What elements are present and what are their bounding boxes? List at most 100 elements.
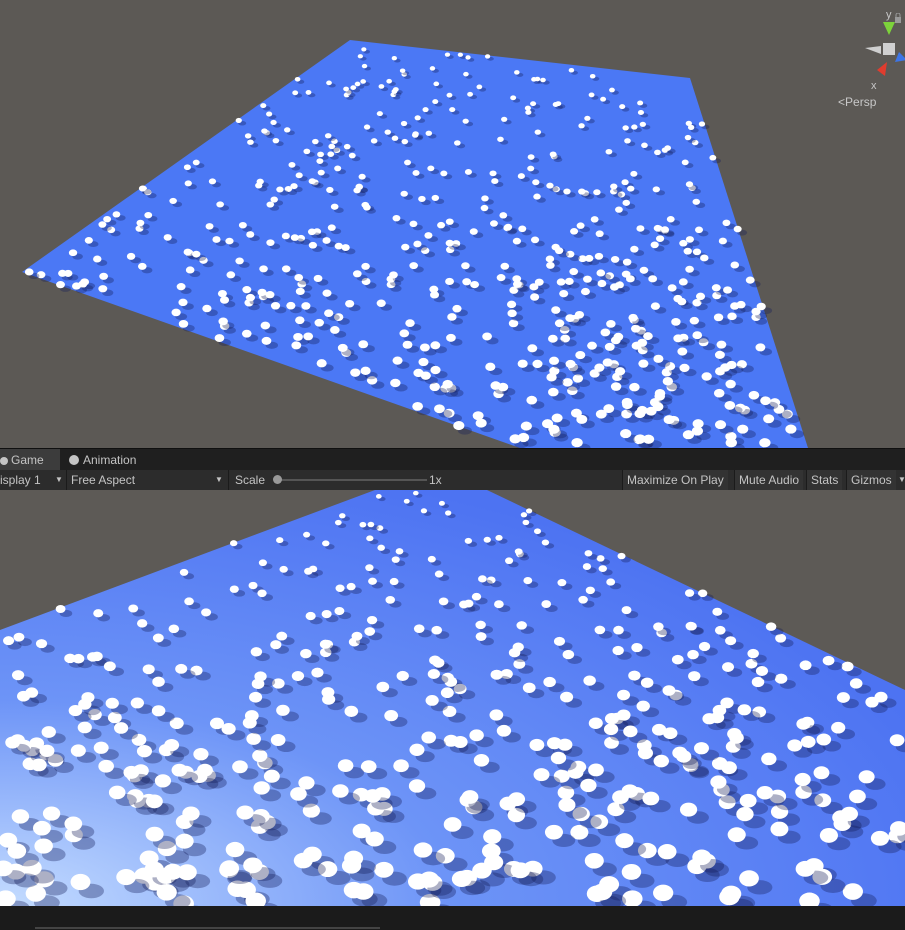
- scene-object: [214, 334, 225, 343]
- scene-object: [584, 115, 591, 121]
- scene-object: [438, 597, 449, 606]
- scene-object: [637, 746, 654, 760]
- game-controller-icon: [0, 457, 8, 465]
- scene-object: [497, 382, 509, 392]
- scene-object: [584, 550, 593, 557]
- scene-object: [454, 140, 461, 146]
- scene-object: [606, 319, 616, 328]
- scene-object: [736, 807, 754, 822]
- scene-object: [610, 183, 618, 190]
- scene-object: [136, 219, 145, 227]
- scene-object: [290, 183, 298, 190]
- scene-object: [583, 675, 596, 686]
- scene-object: [116, 868, 136, 886]
- scene-object: [311, 667, 324, 678]
- scene-object: [112, 211, 121, 218]
- scene-object: [722, 662, 735, 672]
- scene-object: [739, 870, 759, 887]
- scene-object: [631, 642, 643, 653]
- y-axis-cone[interactable]: [883, 22, 895, 35]
- scene-object: [440, 170, 448, 177]
- scene-object: [615, 206, 623, 213]
- gizmos-button[interactable]: Gizmos: [846, 470, 896, 490]
- scene-object: [444, 510, 452, 516]
- gizmos-dropdown-arrow[interactable]: ▼: [898, 470, 905, 490]
- scene-object: [718, 237, 727, 245]
- scene-object: [489, 709, 504, 721]
- scene-object: [164, 738, 180, 752]
- tab-menu-icon[interactable]: ⋮: [901, 450, 905, 466]
- scene-object: [395, 548, 404, 555]
- scene-object: [588, 763, 604, 777]
- game-canvas[interactable]: [0, 490, 905, 906]
- scene-object: [727, 312, 737, 321]
- scene-object: [396, 670, 409, 681]
- scene-object: [260, 321, 271, 330]
- game-view[interactable]: [0, 490, 905, 906]
- scene-object: [622, 400, 633, 410]
- scene-object: [421, 731, 436, 744]
- gizmo-center-cube[interactable]: [883, 43, 895, 55]
- scene-object: [334, 242, 343, 250]
- scene-object: [212, 236, 221, 243]
- scene-object: [622, 125, 629, 131]
- scene-object: [530, 236, 540, 244]
- scene-object: [144, 211, 153, 219]
- scene-object: [692, 248, 702, 256]
- lock-icon[interactable]: [894, 13, 902, 23]
- scene-object: [98, 759, 114, 773]
- scene-object: [510, 862, 531, 879]
- scene-object: [354, 81, 361, 87]
- scene-object: [384, 129, 392, 135]
- scene-view[interactable]: y z x <Persp: [0, 0, 905, 448]
- scene-object: [308, 241, 318, 249]
- scene-object: [218, 317, 228, 326]
- scene-object: [178, 298, 188, 307]
- projection-toggle[interactable]: <Persp: [838, 95, 876, 109]
- scene-object: [440, 687, 454, 699]
- scene-object: [178, 319, 189, 328]
- scene-object: [98, 221, 107, 228]
- z-axis-cone[interactable]: [895, 52, 905, 62]
- tab-animation[interactable]: Animation: [69, 449, 159, 471]
- scene-object: [343, 143, 351, 150]
- aspect-dropdown[interactable]: Free Aspect ▼: [66, 470, 228, 490]
- scene-object: [569, 268, 579, 276]
- scene-object: [389, 577, 399, 586]
- scene-object: [671, 654, 684, 665]
- scene-object: [687, 649, 699, 660]
- scene-object: [679, 802, 698, 817]
- stats-button[interactable]: Stats: [806, 470, 843, 490]
- scene-object: [322, 693, 336, 705]
- scene-object: [600, 96, 607, 102]
- scene-object: [554, 319, 565, 328]
- scene-object: [136, 744, 152, 758]
- scene-object: [332, 784, 349, 798]
- x-axis-cone[interactable]: [877, 62, 887, 76]
- gizmo-neg-x-cone[interactable]: [865, 46, 881, 54]
- scene-object: [429, 66, 436, 71]
- scale-slider-handle[interactable]: [273, 475, 282, 484]
- scene-object: [507, 309, 517, 318]
- tab-game[interactable]: Game: [0, 449, 60, 471]
- scene-object: [93, 741, 109, 754]
- display-dropdown[interactable]: isplay 1 ▼: [0, 470, 66, 490]
- scene-object: [587, 341, 597, 350]
- scene-object: [594, 363, 605, 372]
- scene-object: [663, 727, 678, 740]
- maximize-on-play-button[interactable]: Maximize On Play: [622, 470, 728, 490]
- scene-object: [527, 165, 535, 172]
- scene-object: [617, 689, 631, 701]
- scene-object: [334, 519, 342, 526]
- scale-slider-track[interactable]: [277, 479, 427, 481]
- scene-object: [796, 718, 811, 730]
- mute-audio-button[interactable]: Mute Audio: [734, 470, 804, 490]
- scene-object: [525, 109, 532, 115]
- scene-object: [286, 301, 296, 310]
- scene-canvas[interactable]: [0, 0, 905, 448]
- scene-object: [795, 860, 816, 877]
- scene-object: [291, 670, 305, 682]
- scene-object: [473, 754, 490, 767]
- scene-object: [546, 261, 555, 269]
- scene-object: [578, 188, 586, 195]
